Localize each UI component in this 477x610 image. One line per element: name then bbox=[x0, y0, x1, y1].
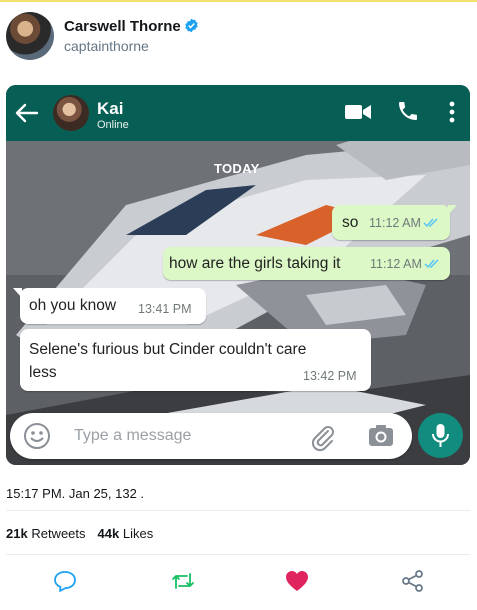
likes-label: Likes bbox=[122, 526, 154, 541]
message-bubble-outgoing[interactable]: how are the girls taking it 11:12 AM bbox=[163, 247, 450, 280]
tweet-header: Carswell Thorne captainthorne bbox=[6, 12, 466, 62]
message-composer bbox=[10, 413, 412, 459]
read-tick-icon bbox=[424, 259, 439, 269]
share-icon[interactable] bbox=[400, 569, 426, 593]
display-name-text[interactable]: Carswell Thorne bbox=[64, 18, 181, 35]
message-text: oh you know bbox=[29, 297, 117, 314]
back-arrow-icon[interactable] bbox=[12, 98, 42, 128]
author-avatar[interactable] bbox=[6, 12, 54, 60]
message-time: 13:41 PM bbox=[138, 302, 192, 316]
message-text: Selene's furious but Cinder couldn't car… bbox=[29, 341, 307, 381]
retweets-count: 21k bbox=[6, 526, 28, 541]
contact-status: Online bbox=[97, 119, 129, 131]
contact-avatar[interactable] bbox=[53, 95, 89, 131]
tweet-timestamp[interactable]: 15:17 PM. Jan 25, 132 . bbox=[6, 486, 144, 501]
message-text: so bbox=[342, 214, 359, 231]
voice-record-button[interactable] bbox=[418, 413, 463, 458]
message-bubble-incoming[interactable]: Selene's furious but Cinder couldn't car… bbox=[20, 329, 371, 391]
retweets-stat[interactable]: 21k Retweets bbox=[6, 526, 86, 541]
attach-icon[interactable] bbox=[308, 422, 338, 452]
likes-stat[interactable]: 44k Likes bbox=[98, 526, 154, 541]
menu-icon[interactable] bbox=[444, 99, 460, 125]
read-tick-icon bbox=[423, 218, 438, 228]
reply-icon[interactable] bbox=[52, 569, 78, 593]
tweet-stats: 21k Retweets 44k Likes bbox=[6, 526, 153, 541]
author-display-name[interactable]: Carswell Thorne bbox=[64, 18, 199, 35]
message-text: how are the girls taking it bbox=[169, 255, 341, 272]
date-divider: TODAY bbox=[214, 161, 260, 176]
retweets-label: Retweets bbox=[31, 526, 86, 541]
verified-icon bbox=[184, 18, 198, 33]
divider bbox=[6, 510, 470, 511]
message-time: 11:12 AM bbox=[369, 216, 439, 230]
phone-icon[interactable] bbox=[396, 99, 420, 123]
message-time: 13:42 PM bbox=[303, 369, 357, 383]
message-bubble-outgoing[interactable]: so 11:12 AM bbox=[332, 205, 457, 240]
mic-icon bbox=[432, 424, 449, 447]
retweet-icon[interactable] bbox=[170, 569, 196, 593]
top-accent-line bbox=[0, 0, 477, 2]
author-handle[interactable]: captainthorne bbox=[64, 38, 149, 54]
message-input[interactable] bbox=[74, 424, 284, 448]
chat-screenshot: Kai Online TODAY so 11:12 AM how are the… bbox=[6, 85, 470, 465]
message-time: 11:12 AM bbox=[370, 257, 440, 271]
chat-header-bar: Kai Online bbox=[6, 85, 470, 141]
video-call-icon[interactable] bbox=[344, 101, 372, 123]
camera-icon[interactable] bbox=[366, 421, 396, 451]
emoji-icon[interactable] bbox=[23, 422, 51, 450]
like-icon[interactable] bbox=[284, 569, 310, 593]
divider bbox=[6, 554, 470, 555]
likes-count: 44k bbox=[97, 526, 120, 541]
contact-name[interactable]: Kai bbox=[97, 99, 123, 119]
message-bubble-incoming[interactable]: oh you know 13:41 PM bbox=[13, 288, 206, 324]
